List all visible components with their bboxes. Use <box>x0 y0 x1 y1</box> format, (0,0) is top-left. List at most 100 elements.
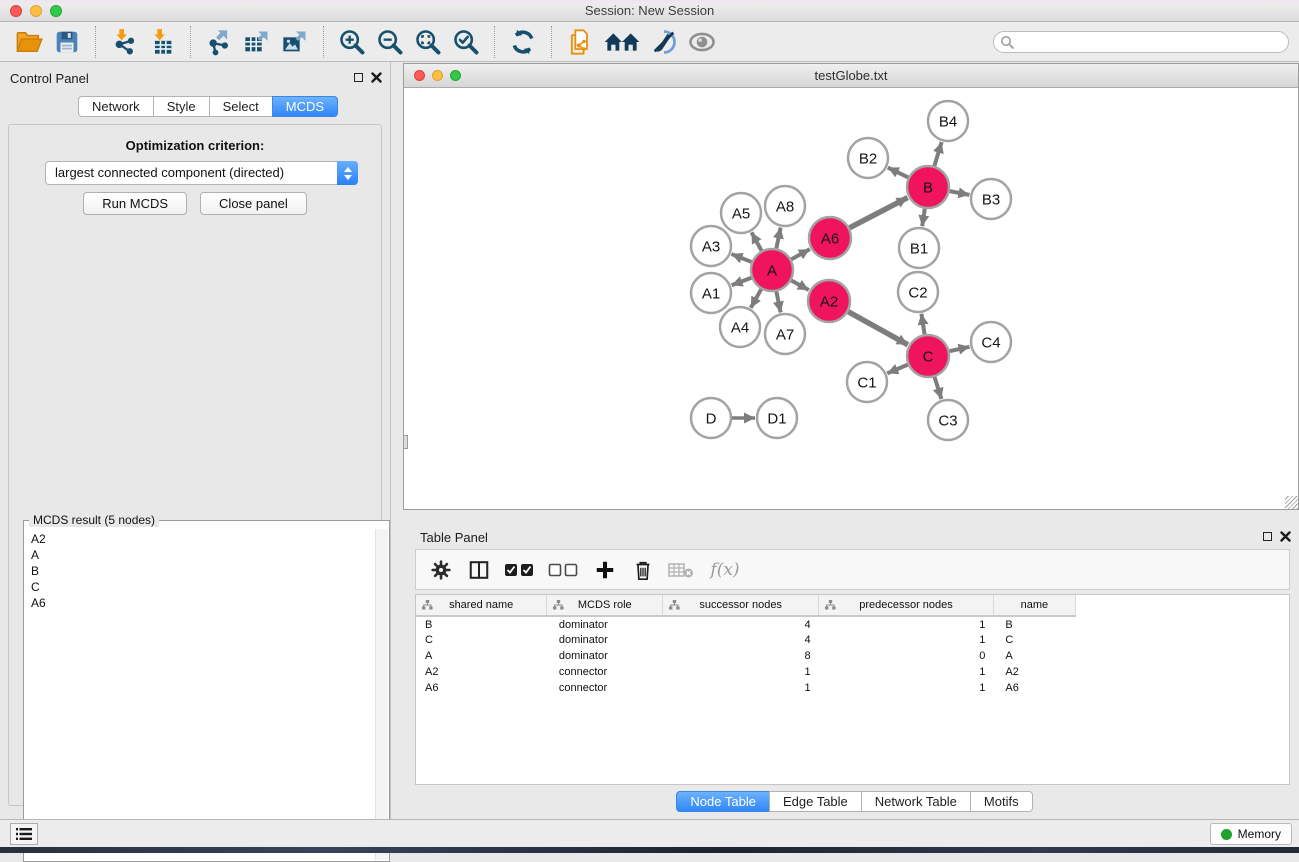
float-panel-icon[interactable] <box>1263 532 1272 541</box>
import-network-button[interactable] <box>108 26 140 58</box>
delete-table-button[interactable] <box>666 555 696 585</box>
home-view-button[interactable] <box>602 26 642 58</box>
edge-A-A4[interactable] <box>751 289 761 308</box>
app-minimize-button[interactable] <box>30 5 42 17</box>
export-table-button[interactable] <box>241 26 273 58</box>
table-row[interactable]: Bdominator41B <box>416 616 1289 632</box>
cell[interactable]: dominator <box>547 648 663 664</box>
criterion-dropdown[interactable]: largest connected component (directed) <box>45 161 358 185</box>
cell[interactable]: B <box>993 616 1075 632</box>
export-image-button[interactable] <box>279 26 311 58</box>
table-row[interactable]: Adominator80A <box>416 648 1289 664</box>
column-header-predecessor-nodes[interactable]: predecessor nodes <box>819 595 994 616</box>
cell[interactable]: 1 <box>819 664 994 680</box>
open-session-button[interactable] <box>13 26 45 58</box>
cell[interactable]: A2 <box>416 664 547 680</box>
cell[interactable]: A2 <box>993 664 1075 680</box>
edge-A-A5[interactable] <box>752 232 762 250</box>
tab-select[interactable]: Select <box>209 96 273 117</box>
save-session-button[interactable] <box>51 26 83 58</box>
column-layout-button[interactable] <box>464 555 494 585</box>
network-window-titlebar[interactable]: testGlobe.txt <box>404 64 1298 88</box>
cell[interactable]: 4 <box>663 616 819 632</box>
app-close-button[interactable] <box>10 5 22 17</box>
result-item[interactable]: A6 <box>25 595 375 611</box>
cell[interactable]: dominator <box>547 632 663 648</box>
window-minimize-button[interactable] <box>432 70 443 81</box>
cell[interactable]: 1 <box>819 632 994 648</box>
function-builder-button[interactable]: f(x) <box>704 555 746 585</box>
tab-mcds[interactable]: MCDS <box>272 96 338 117</box>
result-item[interactable]: B <box>25 563 375 579</box>
close-panel-icon[interactable] <box>371 72 382 83</box>
refresh-button[interactable] <box>507 26 539 58</box>
result-item[interactable]: C <box>25 579 375 595</box>
edge-A-A3[interactable] <box>731 254 751 262</box>
edge-A-A1[interactable] <box>732 278 752 285</box>
result-item[interactable]: A2 <box>25 531 375 547</box>
cell[interactable]: A6 <box>416 680 547 696</box>
result-item[interactable]: A <box>25 547 375 563</box>
cell[interactable]: A <box>416 648 547 664</box>
edge-C-C4[interactable] <box>949 347 969 351</box>
column-header-name[interactable]: name <box>993 595 1075 616</box>
select-all-checks-button[interactable] <box>502 555 538 585</box>
edge-B-B3[interactable] <box>950 191 970 195</box>
zoom-out-button[interactable] <box>374 26 406 58</box>
close-panel-button[interactable]: Close panel <box>200 192 307 215</box>
window-zoom-button[interactable] <box>450 70 461 81</box>
tab-node-table[interactable]: Node Table <box>676 791 770 812</box>
close-panel-icon[interactable] <box>1280 531 1291 542</box>
zoom-in-button[interactable] <box>336 26 368 58</box>
table-settings-button[interactable] <box>426 555 456 585</box>
table-row[interactable]: A6connector11A6 <box>416 680 1289 696</box>
window-resize-handle-left[interactable] <box>403 435 408 449</box>
edge-C-C2[interactable] <box>921 314 924 335</box>
cell[interactable]: A6 <box>993 680 1075 696</box>
deselect-checks-button[interactable] <box>546 555 582 585</box>
show-graphics-details-button[interactable] <box>686 26 718 58</box>
edge-A-A8[interactable] <box>776 228 780 249</box>
search-input[interactable] <box>993 31 1289 53</box>
edge-A-A2[interactable] <box>791 281 808 291</box>
cell[interactable]: A <box>993 648 1075 664</box>
tab-style[interactable]: Style <box>153 96 210 117</box>
add-column-button[interactable] <box>590 555 620 585</box>
cell[interactable]: 1 <box>663 664 819 680</box>
memory-button[interactable]: Memory <box>1210 823 1292 845</box>
edge-C-C3[interactable] <box>935 377 942 399</box>
tab-motifs[interactable]: Motifs <box>970 791 1033 812</box>
cell[interactable]: dominator <box>547 616 663 632</box>
result-scrollbar[interactable] <box>375 529 388 860</box>
cell[interactable]: 0 <box>819 648 994 664</box>
float-panel-icon[interactable] <box>354 73 363 82</box>
cell[interactable]: 1 <box>819 616 994 632</box>
table-row[interactable]: Cdominator41C <box>416 632 1289 648</box>
tab-network[interactable]: Network <box>78 96 154 117</box>
column-header-successor-nodes[interactable]: successor nodes <box>663 595 819 616</box>
import-table-button[interactable] <box>146 26 178 58</box>
export-network-button[interactable] <box>203 26 235 58</box>
cell[interactable]: B <box>416 616 547 632</box>
cell[interactable]: connector <box>547 680 663 696</box>
zoom-selected-button[interactable] <box>450 26 482 58</box>
cell[interactable]: C <box>993 632 1075 648</box>
node-table[interactable]: shared nameMCDS rolesuccessor nodesprede… <box>415 594 1290 785</box>
delete-column-button[interactable] <box>628 555 658 585</box>
edge-B-B1[interactable] <box>922 209 925 226</box>
cell[interactable]: 8 <box>663 648 819 664</box>
column-header-MCDS-role[interactable]: MCDS role <box>547 595 663 616</box>
cell[interactable]: connector <box>547 664 663 680</box>
edge-A-A7[interactable] <box>776 292 780 313</box>
edge-A6-B[interactable] <box>850 198 908 228</box>
window-resize-grip[interactable] <box>1285 496 1298 509</box>
app-zoom-button[interactable] <box>50 5 62 17</box>
edge-A2-C[interactable] <box>848 312 908 345</box>
column-header-shared-name[interactable]: shared name <box>416 595 547 616</box>
run-mcds-button[interactable]: Run MCDS <box>83 192 187 215</box>
edge-C-C1[interactable] <box>887 365 908 374</box>
edge-B-B4[interactable] <box>934 142 941 166</box>
cell[interactable]: 1 <box>819 680 994 696</box>
cell[interactable]: 1 <box>663 680 819 696</box>
clone-network-button[interactable] <box>564 26 596 58</box>
